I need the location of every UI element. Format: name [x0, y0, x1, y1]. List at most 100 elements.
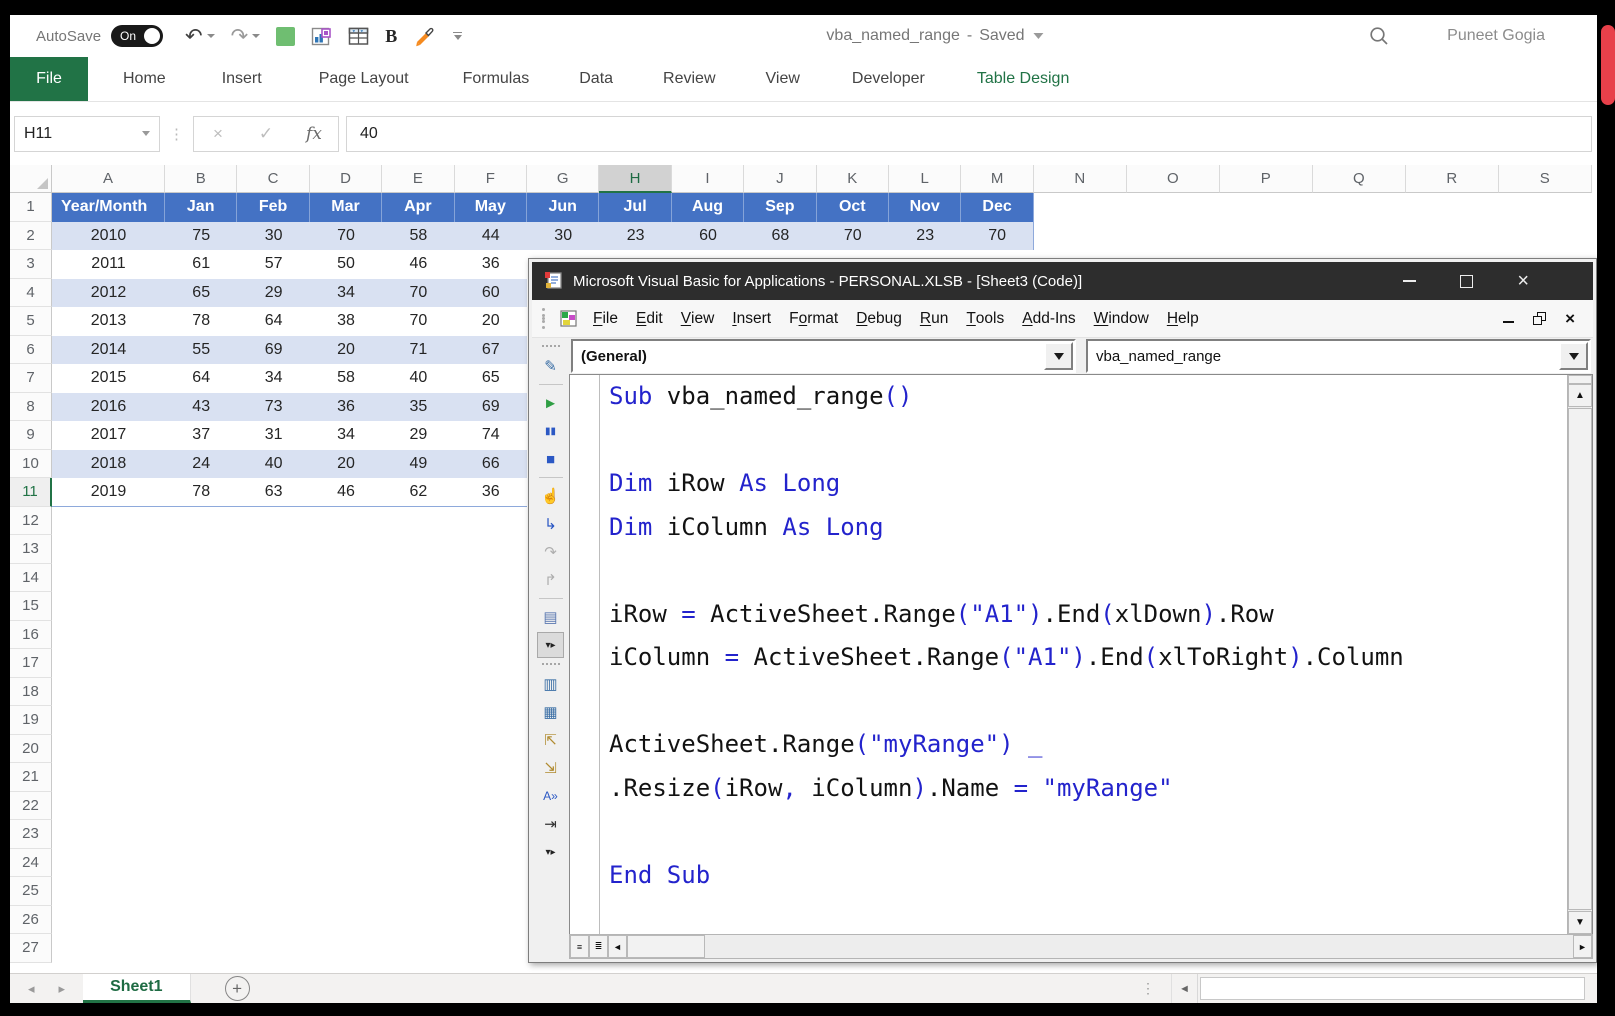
ribbon-tab-formulas[interactable]: Formulas [444, 57, 549, 101]
column-header-C[interactable]: C [237, 165, 309, 193]
cell-B11[interactable]: 78 [165, 478, 237, 507]
scroll-down-button[interactable]: ▼ [1568, 911, 1592, 934]
cell-I1[interactable]: Aug [672, 193, 744, 222]
redo-button[interactable]: ↷ [225, 21, 267, 51]
code-line[interactable]: End Sub [609, 854, 1567, 898]
row-header-20[interactable]: 20 [10, 735, 52, 764]
column-header-P[interactable]: P [1220, 165, 1313, 193]
column-header-S[interactable]: S [1499, 165, 1592, 193]
cell-E8[interactable]: 35 [382, 393, 454, 422]
row-header-12[interactable]: 12 [10, 507, 52, 536]
scroll-right-button[interactable]: ► [1573, 935, 1592, 958]
column-header-G[interactable]: G [527, 165, 599, 193]
procedure-dropdown[interactable]: vba_named_range [1086, 339, 1591, 373]
minimize-icon[interactable] [1503, 315, 1514, 323]
row-header-17[interactable]: 17 [10, 649, 52, 678]
scroll-left-button[interactable]: ◄ [608, 935, 627, 958]
format-painter-button[interactable] [407, 21, 441, 51]
cell-E1[interactable]: Apr [382, 193, 454, 222]
code-line[interactable]: iRow = ActiveSheet.Range("A1").End(xlDow… [609, 593, 1567, 637]
column-header-D[interactable]: D [310, 165, 382, 193]
document-title[interactable]: vba_named_range - Saved [826, 15, 1043, 57]
scrollbar-track[interactable] [705, 935, 1573, 958]
sheet-tab-sheet1[interactable]: Sheet1 [83, 974, 190, 1003]
cell-D7[interactable]: 58 [310, 364, 382, 393]
undo-button[interactable]: ↶ [179, 21, 221, 51]
full-module-view-button[interactable]: ≣ [589, 935, 608, 958]
column-header-O[interactable]: O [1127, 165, 1220, 193]
autosave-toggle[interactable]: On [111, 25, 163, 47]
code-editor[interactable]: Sub vba_named_range() Dim iRow As LongDi… [600, 375, 1567, 934]
ribbon-tab-developer[interactable]: Developer [833, 57, 944, 101]
row-header-7[interactable]: 7 [10, 364, 52, 393]
cell-C11[interactable]: 63 [237, 478, 309, 507]
cell-A4[interactable]: 2012 [52, 279, 165, 308]
maximize-icon[interactable] [1460, 275, 1473, 288]
code-line[interactable] [609, 810, 1567, 854]
list-constants-icon[interactable]: ▦ [537, 699, 564, 725]
menu-item-help[interactable]: Help [1158, 300, 1208, 337]
insert-function-button[interactable]: fx [290, 117, 338, 151]
cell-G2[interactable]: 30 [527, 222, 599, 251]
cell-L1[interactable]: Nov [889, 193, 961, 222]
cell-C7[interactable]: 34 [237, 364, 309, 393]
row-header-15[interactable]: 15 [10, 592, 52, 621]
cell-C9[interactable]: 31 [237, 421, 309, 450]
cell-C10[interactable]: 40 [237, 450, 309, 479]
column-header-J[interactable]: J [744, 165, 816, 193]
cell-A2[interactable]: 2010 [52, 222, 165, 251]
ribbon-tab-page-layout[interactable]: Page Layout [300, 57, 428, 101]
cell-A7[interactable]: 2015 [52, 364, 165, 393]
cell-F10[interactable]: 66 [455, 450, 527, 479]
cell-L2[interactable]: 23 [889, 222, 961, 251]
next-sheet-icon[interactable]: ▸ [59, 981, 66, 997]
reset-icon[interactable]: ■ [537, 446, 564, 472]
locals-window-icon[interactable]: ▤ [537, 604, 564, 630]
cell-F7[interactable]: 65 [455, 364, 527, 393]
column-header-Q[interactable]: Q [1313, 165, 1406, 193]
cell-K1[interactable]: Oct [817, 193, 889, 222]
cell-C3[interactable]: 57 [237, 250, 309, 279]
cell-D9[interactable]: 34 [310, 421, 382, 450]
cell-A8[interactable]: 2016 [52, 393, 165, 422]
cell-A1[interactable]: Year/Month [52, 193, 165, 222]
indent-icon[interactable]: ⇥ [537, 811, 564, 837]
cell-M2[interactable]: 70 [961, 222, 1033, 251]
column-header-M[interactable]: M [961, 165, 1033, 193]
step-into-icon[interactable]: ↳ [537, 511, 564, 537]
table-button[interactable] [342, 21, 375, 51]
column-header-L[interactable]: L [889, 165, 961, 193]
cancel-button[interactable]: × [194, 117, 242, 151]
cell-J2[interactable]: 68 [744, 222, 816, 251]
code-line[interactable]: Dim iColumn As Long [609, 506, 1567, 550]
cell-E10[interactable]: 49 [382, 450, 454, 479]
code-line[interactable]: .Resize(iRow, iColumn).Name = "myRange" [609, 767, 1567, 811]
quick-info-icon[interactable]: ⇱ [537, 727, 564, 753]
cell-D1[interactable]: Mar [310, 193, 382, 222]
column-header-A[interactable]: A [52, 165, 165, 193]
cell-B9[interactable]: 37 [165, 421, 237, 450]
cell-F3[interactable]: 36 [455, 250, 527, 279]
toggle-breakpoint-icon[interactable]: ☝ [537, 483, 564, 509]
menu-item-tools[interactable]: Tools [957, 300, 1013, 337]
row-header-8[interactable]: 8 [10, 393, 52, 422]
name-box[interactable]: H11 [14, 116, 160, 152]
select-all-corner[interactable] [10, 165, 52, 193]
column-header-H[interactable]: H [599, 165, 671, 193]
cell-E6[interactable]: 71 [382, 336, 454, 365]
ribbon-tab-table-design[interactable]: Table Design [958, 57, 1089, 101]
scrollbar-resize-handle-icon[interactable]: ⋮ [1141, 980, 1155, 997]
formula-input[interactable]: 40 [346, 116, 1592, 152]
cell-D4[interactable]: 34 [310, 279, 382, 308]
cell-E4[interactable]: 70 [382, 279, 454, 308]
code-margin-bar[interactable] [570, 375, 600, 934]
cell-A3[interactable]: 2011 [52, 250, 165, 279]
row-header-21[interactable]: 21 [10, 763, 52, 792]
cell-E9[interactable]: 29 [382, 421, 454, 450]
row-header-18[interactable]: 18 [10, 678, 52, 707]
cell-D11[interactable]: 46 [310, 478, 382, 507]
cell-C8[interactable]: 73 [237, 393, 309, 422]
split-pane-icon[interactable]: ▾▸ [537, 632, 564, 658]
cell-E11[interactable]: 62 [382, 478, 454, 507]
dropdown-arrow-button[interactable] [1044, 342, 1073, 370]
